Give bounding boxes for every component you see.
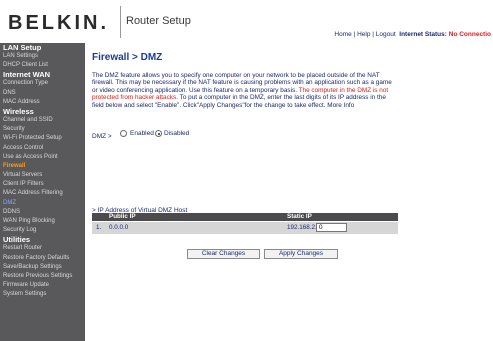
sidebar-item-channel-ssid[interactable]: Channel and SSID [0,116,85,125]
enabled-radio[interactable] [120,130,127,137]
sidebar: LAN Setup LAN Settings DHCP Client List … [0,43,85,341]
sidebar-item-system-settings[interactable]: System Settings [0,290,85,299]
sidebar-item-dmz[interactable]: DMZ [0,199,85,208]
disabled-radio[interactable] [155,130,162,137]
sidebar-item-wps[interactable]: Wi-Fi Protected Setup [0,134,85,143]
sidebar-item-dns[interactable]: DNS [0,89,85,98]
sidebar-item-restore-factory[interactable]: Restore Factory Defaults [0,254,85,263]
dmz-description: The DMZ feature allows you to specify on… [92,72,392,109]
sidebar-item-mac-address[interactable]: MAC Address [0,98,85,107]
sidebar-section-wireless: Wireless [3,106,34,116]
clear-changes-button[interactable]: Clear Changes [187,249,260,259]
static-ip-header: Static IP [287,213,312,220]
home-link[interactable]: Home [334,31,351,38]
sidebar-item-save-backup[interactable]: Save/Backup Settings [0,263,85,272]
help-link[interactable]: Help [357,31,370,38]
header: BELKIN. Router Setup Home | Help | Logou… [0,0,493,43]
belkin-logo[interactable]: BELKIN. [8,12,109,35]
app-title: Router Setup [126,15,191,27]
table-header: Public IP Static IP [92,213,398,221]
logo-divider [120,6,121,38]
internet-status-label: Internet Status: [399,31,447,38]
sidebar-item-access-point[interactable]: Use as Access Point [0,153,85,162]
page-title: Firewall > DMZ [92,52,163,63]
static-ip-prefix: 192.168.2. [287,224,317,231]
sidebar-item-virtual-servers[interactable]: Virtual Servers [0,171,85,180]
disabled-label[interactable]: Disabled [164,130,189,137]
sidebar-item-security[interactable]: Security [0,125,85,134]
sidebar-item-restart-router[interactable]: Restart Router [0,244,85,253]
enabled-label[interactable]: Enabled [130,130,154,137]
main-content: Firewall > DMZ The DMZ feature allows yo… [92,43,493,341]
more-info-link[interactable]: More Info [327,102,354,109]
sidebar-item-dhcp-client-list[interactable]: DHCP Client List [0,61,85,70]
apply-changes-button[interactable]: Apply Changes [264,249,338,259]
sidebar-item-restore-previous[interactable]: Restore Previous Settings [0,272,85,281]
sidebar-item-connection-type[interactable]: Connection Type [0,79,85,88]
sidebar-section-lan-setup: LAN Setup [3,43,42,52]
sidebar-item-mac-filtering[interactable]: MAC Address Filtering [0,189,85,198]
sidebar-section-utilities: Utilities [3,235,31,245]
sidebar-item-firmware-update[interactable]: Firmware Update [0,281,85,290]
table-row: 1. 0.0.0.0 192.168.2. [92,222,398,234]
logout-link[interactable]: Logout [376,31,396,38]
sidebar-item-wan-ping-blocking[interactable]: WAN Ping Blocking [0,217,85,226]
sidebar-item-security-log[interactable]: Security Log [0,226,85,235]
sidebar-item-ddns[interactable]: DDNS [0,208,85,217]
dmz-label: DMZ > [92,133,112,140]
sidebar-section-internet-wan: Internet WAN [3,70,51,80]
internet-status-value: No Connectio [448,31,491,38]
row-index: 1. [96,224,102,231]
public-ip-value: 0.0.0.0 [109,224,129,231]
sidebar-item-client-ip-filters[interactable]: Client IP Filters [0,180,85,189]
sidebar-section-firewall[interactable]: Firewall [0,162,85,171]
sidebar-item-access-control[interactable]: Access Control [0,144,85,153]
public-ip-header: Public IP [109,213,136,220]
header-links: Home | Help | Logout Internet Status: No… [334,31,491,38]
static-ip-last-octet-input[interactable] [316,223,347,232]
sidebar-item-lan-settings[interactable]: LAN Settings [0,52,85,61]
